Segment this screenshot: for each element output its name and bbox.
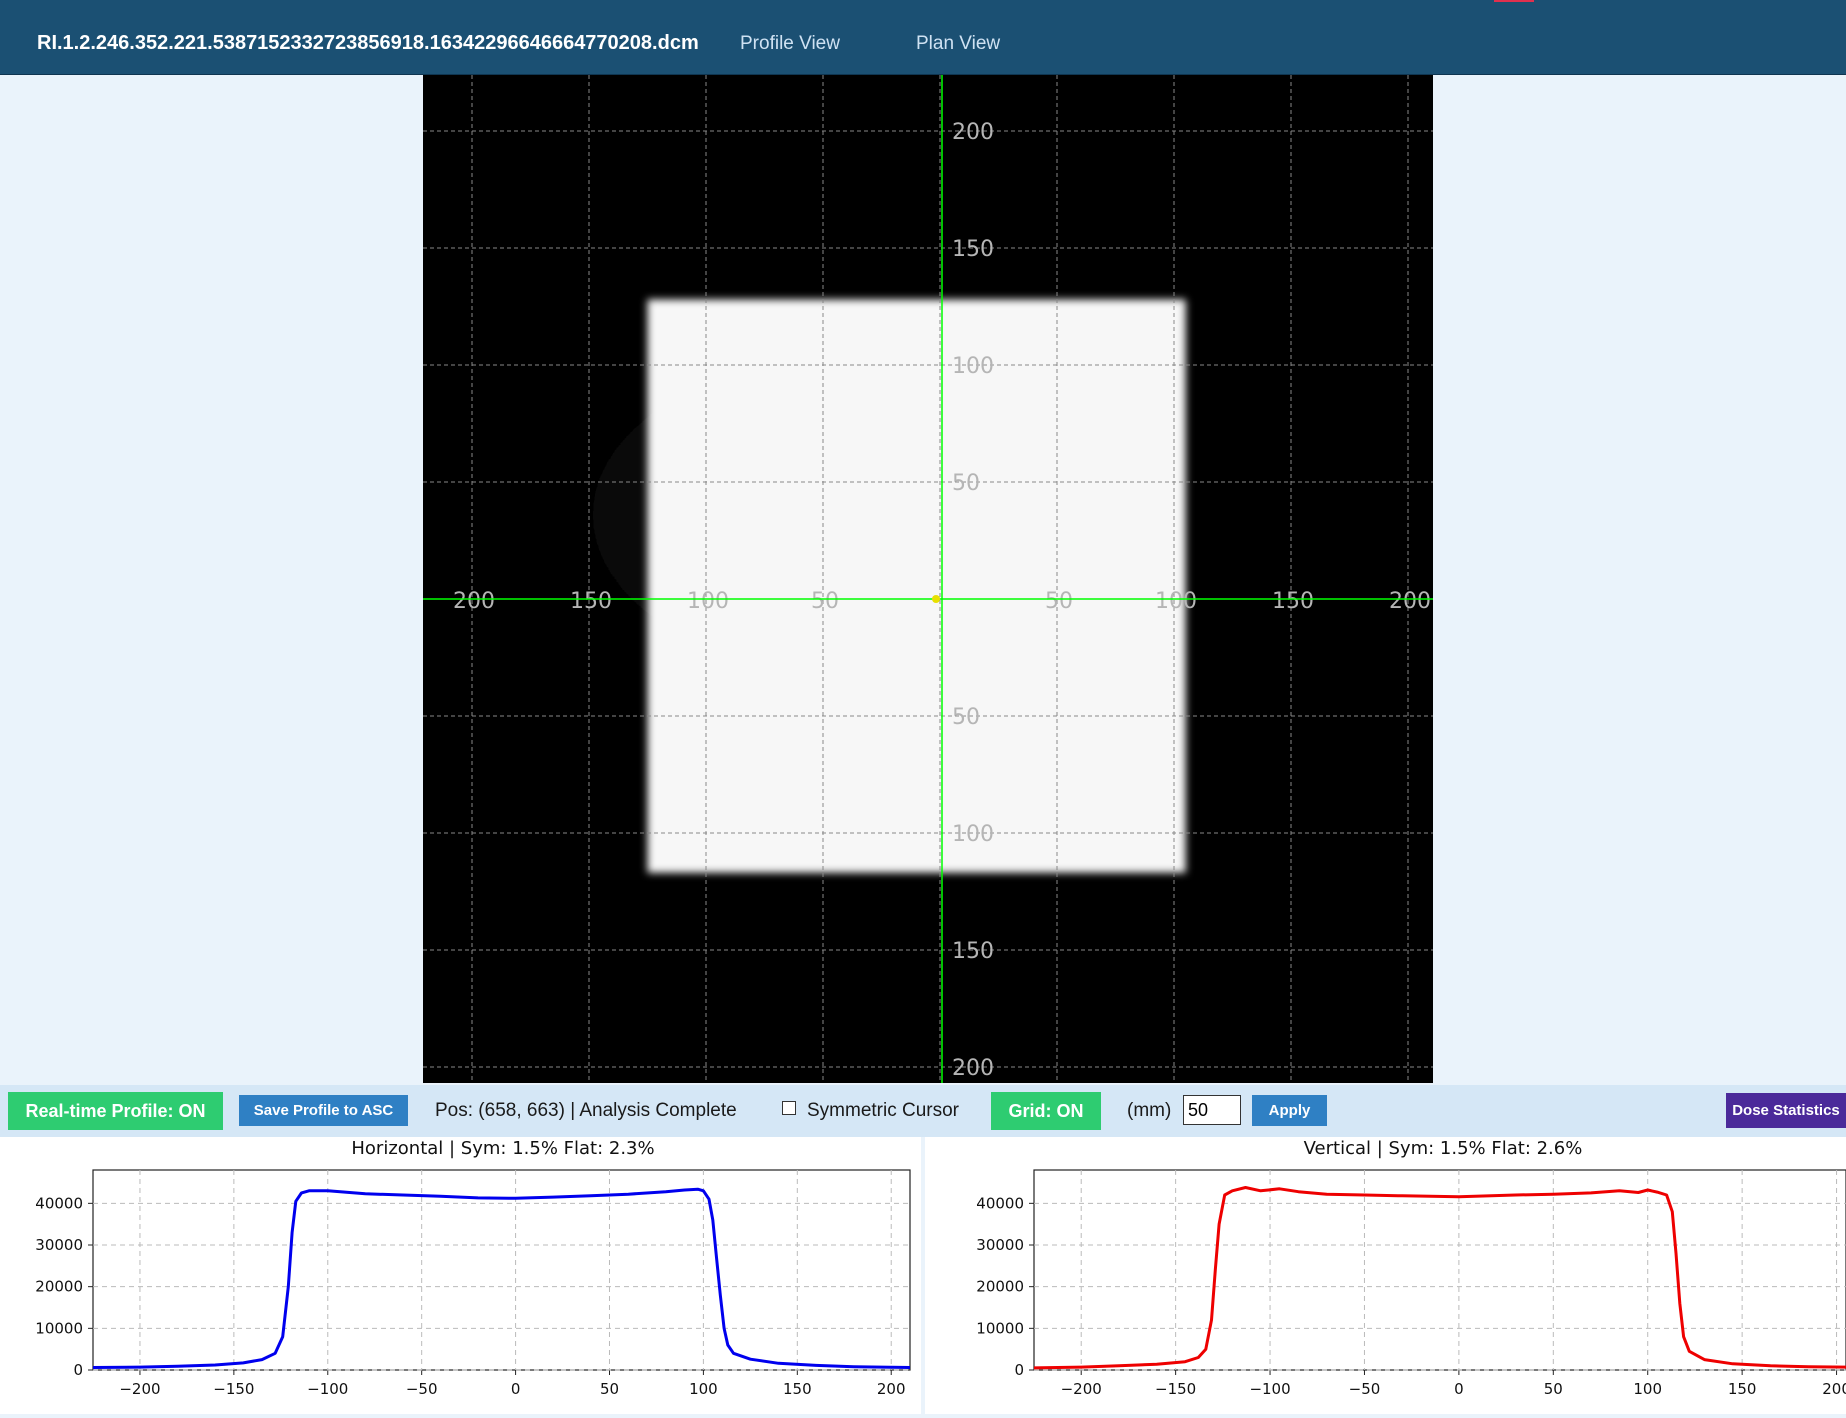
realtime-profile-toggle[interactable]: Real-time Profile: ON [8,1092,223,1130]
grid-spacing-input[interactable] [1183,1095,1241,1125]
x-tick-label: 150 [1728,1380,1757,1398]
x-tick-label: 0 [511,1380,521,1398]
status-text: Pos: (658, 663) | Analysis Complete [435,1100,737,1121]
title-bar: RI.1.2.246.352.221.5387152332723856918.1… [0,0,1846,75]
x-tick-label: −50 [406,1380,438,1398]
symmetric-cursor-label[interactable]: Symmetric Cursor [807,1100,959,1122]
radiation-field [647,299,1186,873]
x-tick-label: −150 [1155,1380,1196,1398]
y-axis-tick-label: 50 [952,471,980,496]
x-tick-label: 150 [783,1380,812,1398]
nav-plan-view[interactable]: Plan View [916,33,1000,55]
y-tick-label: 30000 [976,1236,1024,1254]
grid-toggle[interactable]: Grid: ON [991,1092,1101,1130]
save-profile-button[interactable]: Save Profile to ASC [239,1095,408,1126]
x-tick-label: 50 [600,1380,619,1398]
x-axis-tick-label: 50 [1045,589,1073,614]
x-tick-label: 200 [1822,1380,1846,1398]
apply-button[interactable]: Apply [1252,1095,1327,1126]
y-axis-tick-label: 150 [952,237,994,262]
crosshair-center[interactable] [932,595,940,603]
y-axis-tick-label: 150 [952,939,994,964]
x-tick-label: 200 [877,1380,906,1398]
y-tick-label: 0 [73,1361,83,1379]
x-axis-tick-label: 150 [570,589,612,614]
y-axis-tick-label: 50 [952,705,980,730]
y-tick-label: 0 [1014,1361,1024,1379]
y-tick-label: 10000 [976,1319,1024,1337]
x-tick-label: −100 [1249,1380,1290,1398]
x-axis-tick-label: 200 [1389,589,1431,614]
x-tick-label: −200 [1061,1380,1102,1398]
file-name: RI.1.2.246.352.221.5387152332723856918.1… [37,32,699,54]
y-tick-label: 30000 [35,1236,83,1254]
horizontal-profile-panel: −200 −150 −100 −50 0 50 100 150 200 0 10000 20000 30… [0,1137,921,1414]
dose-statistics-button[interactable]: Dose Statistics [1726,1093,1846,1128]
x-axis-tick-label: 100 [687,589,729,614]
plot-area [92,1169,911,1371]
horizontal-profile-chart: −200 −150 −100 −50 0 50 100 150 200 0 10000 20000 30… [35,1169,911,1398]
x-axis-tick-label: 150 [1272,589,1314,614]
nav-profile-view[interactable]: Profile View [740,33,840,55]
grid-unit-label: (mm) [1127,1100,1172,1121]
vertical-profile-panel: −200 −150 −100 −50 0 50 100 150 200 0 10000 20000 30… [925,1137,1846,1414]
y-axis-tick-label: 100 [952,354,994,379]
x-tick-label: −100 [307,1380,348,1398]
y-tick-label: 20000 [35,1278,83,1296]
x-tick-label: −150 [213,1380,254,1398]
x-axis-tick-label: 200 [453,589,495,614]
horizontal-profile-title: Horizontal | Sym: 1.5% Flat: 2.3% [351,1138,655,1159]
y-tick-label: 10000 [35,1319,83,1337]
y-tick-label: 40000 [35,1194,83,1212]
y-tick-label: 40000 [976,1194,1024,1212]
window-accent-mark [1494,0,1534,2]
x-tick-label: −200 [119,1380,160,1398]
y-axis-tick-label: 100 [952,822,994,847]
y-axis-tick-label: 200 [952,120,994,145]
x-tick-label: 100 [689,1380,718,1398]
x-tick-label: 0 [1454,1380,1464,1398]
y-tick-label: 20000 [976,1278,1024,1296]
symmetric-cursor-checkbox[interactable] [782,1101,796,1115]
x-tick-label: 50 [1544,1380,1563,1398]
x-tick-label: −50 [1349,1380,1381,1398]
x-axis-tick-label: 50 [811,589,839,614]
vertical-profile-chart: −200 −150 −100 −50 0 50 100 150 200 0 10000 20000 30… [976,1169,1846,1398]
dicom-image-canvas[interactable]: 200 200 150 150 100 100 50 50 50 50 100 100 150 150 20… [423,75,1433,1083]
x-tick-label: 100 [1633,1380,1662,1398]
x-axis-tick-label: 100 [1155,589,1197,614]
dicom-image-view[interactable]: 200 200 150 150 100 100 50 50 50 50 100 100 150 150 20… [423,75,1433,1083]
y-axis-tick-label: 200 [952,1056,994,1081]
plot-area [1033,1169,1846,1371]
vertical-profile-title: Vertical | Sym: 1.5% Flat: 2.6% [1303,1138,1583,1159]
